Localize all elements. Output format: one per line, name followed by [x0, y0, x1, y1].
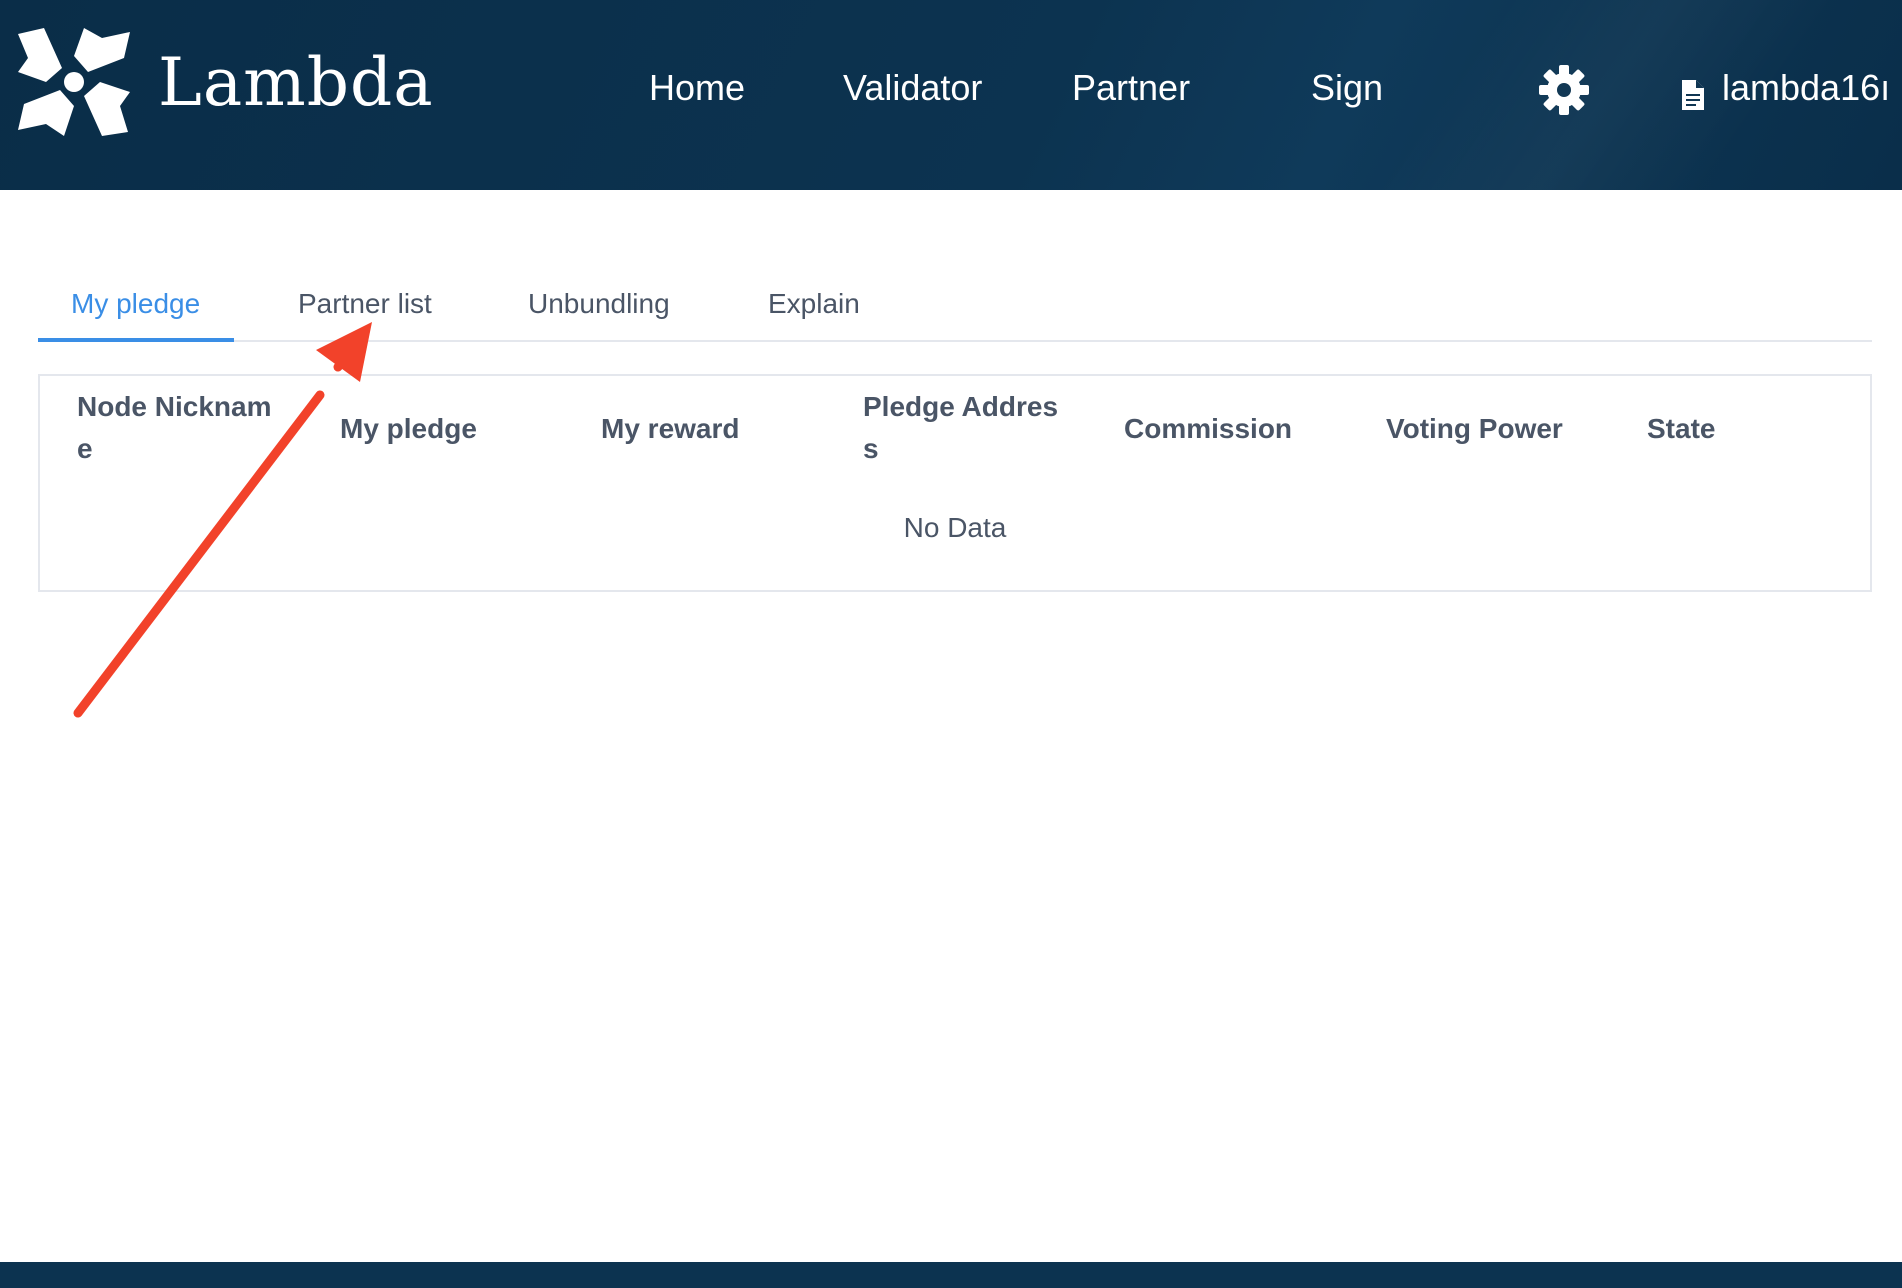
tab-explain[interactable]: Explain [768, 290, 860, 318]
empty-state-text: No Data [903, 512, 1007, 543]
active-tab-indicator [38, 338, 234, 342]
nav-validator[interactable]: Validator [843, 70, 982, 106]
footer-bar [0, 1262, 1902, 1288]
nav-partner[interactable]: Partner [1072, 70, 1190, 106]
document-icon [1682, 80, 1704, 110]
gear-icon[interactable] [1538, 64, 1590, 116]
brand-name[interactable]: Lambda [158, 50, 434, 116]
tab-partner-list[interactable]: Partner list [298, 290, 432, 318]
top-header: Lambda Home Validator Partner Sign lambd… [0, 0, 1902, 190]
annotation-arrow-icon [73, 322, 372, 718]
column-header-commission: Commission [1124, 413, 1293, 444]
lambda-logo-icon[interactable] [18, 28, 130, 136]
column-header-my-pledge: My pledge [340, 413, 477, 444]
column-header-my-reward: My reward [601, 413, 740, 444]
page: Lambda Home Validator Partner Sign lambd… [0, 0, 1902, 1288]
column-header-node-nickname: Node Nickname [77, 391, 272, 464]
tab-bar: My pledge Partner list Unbundling Explai… [38, 270, 1872, 342]
column-header-voting-power: Voting Power [1386, 413, 1563, 444]
column-header-pledge-address: Pledge Address [863, 391, 1059, 464]
tab-unbundling[interactable]: Unbundling [528, 290, 670, 318]
column-header-state: State [1647, 413, 1716, 444]
account-address[interactable]: lambda16ı [1722, 70, 1890, 106]
nav-sign[interactable]: Sign [1311, 70, 1383, 106]
pledge-table: Node Nickname My pledge My reward Pledge… [38, 374, 1872, 592]
nav-home[interactable]: Home [649, 70, 745, 106]
tab-my-pledge[interactable]: My pledge [71, 290, 200, 318]
